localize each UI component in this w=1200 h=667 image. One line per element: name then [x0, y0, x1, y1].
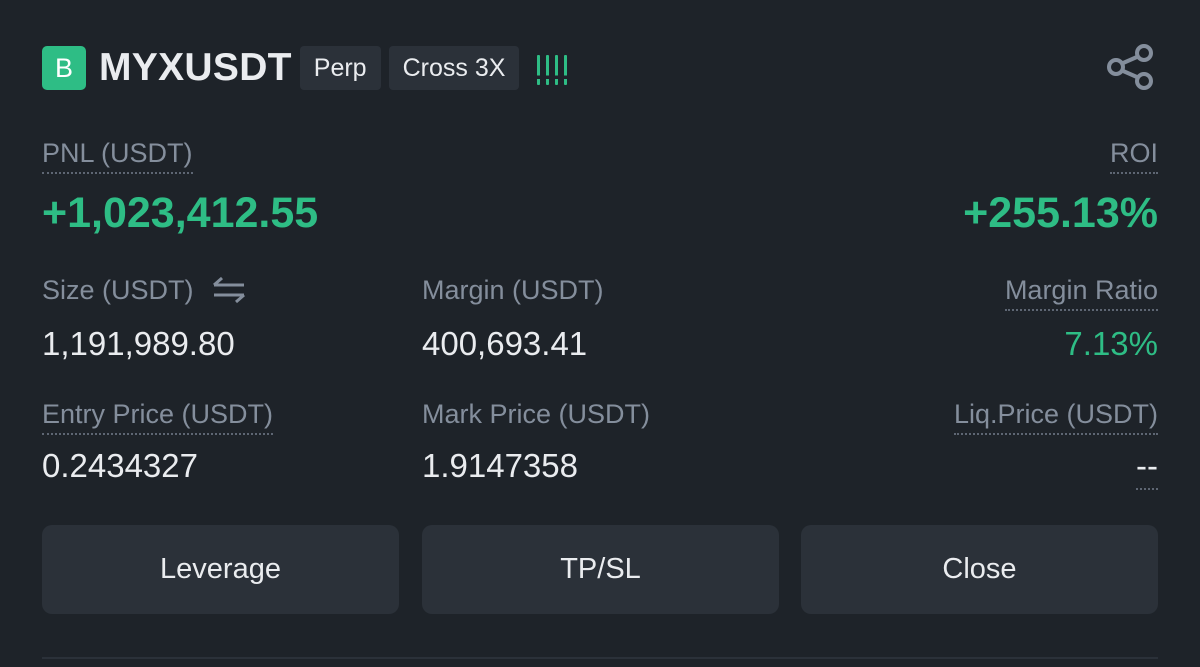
size-label: Size (USDT): [42, 275, 194, 305]
roi-label[interactable]: ROI: [1109, 136, 1158, 174]
entry-price-label[interactable]: Entry Price (USDT): [42, 397, 274, 435]
signal-bars-icon: [537, 51, 568, 85]
size-label-group: Size (USDT): [42, 273, 247, 307]
side-badge: B: [42, 46, 86, 90]
entry-price-value: 0.2434327: [42, 447, 198, 484]
size-value: 1,191,989.80: [42, 325, 235, 362]
pnl-value: +1,023,412.55: [42, 189, 319, 237]
position-card: B MYXUSDT Perp Cross 3X PNL (USDT) +1,02…: [0, 0, 1200, 667]
roi-value: +255.13%: [963, 189, 1158, 237]
share-icon[interactable]: [1104, 43, 1156, 91]
swap-arrows-icon[interactable]: [211, 276, 247, 304]
liq-price-value[interactable]: --: [1136, 446, 1158, 490]
position-header: B MYXUSDT Perp Cross 3X: [42, 43, 568, 93]
leverage-button[interactable]: Leverage: [42, 525, 399, 614]
margin-ratio-label[interactable]: Margin Ratio: [1004, 273, 1158, 311]
margin-value: 400,693.41: [422, 325, 588, 362]
contract-type-tag: Perp: [299, 46, 381, 90]
bottom-divider: [42, 657, 1158, 659]
margin-label: Margin (USDT): [422, 275, 604, 305]
margin-mode-tag[interactable]: Cross 3X: [388, 46, 520, 90]
mark-price-label: Mark Price (USDT): [422, 399, 650, 429]
margin-ratio-value: 7.13%: [1064, 325, 1158, 362]
tpsl-button[interactable]: TP/SL: [422, 525, 779, 614]
symbol-title[interactable]: MYXUSDT: [99, 46, 292, 90]
liq-price-label[interactable]: Liq.Price (USDT): [953, 397, 1158, 435]
pnl-label[interactable]: PNL (USDT): [42, 136, 193, 174]
close-position-button[interactable]: Close: [801, 525, 1158, 614]
mark-price-value: 1.9147358: [422, 447, 578, 484]
